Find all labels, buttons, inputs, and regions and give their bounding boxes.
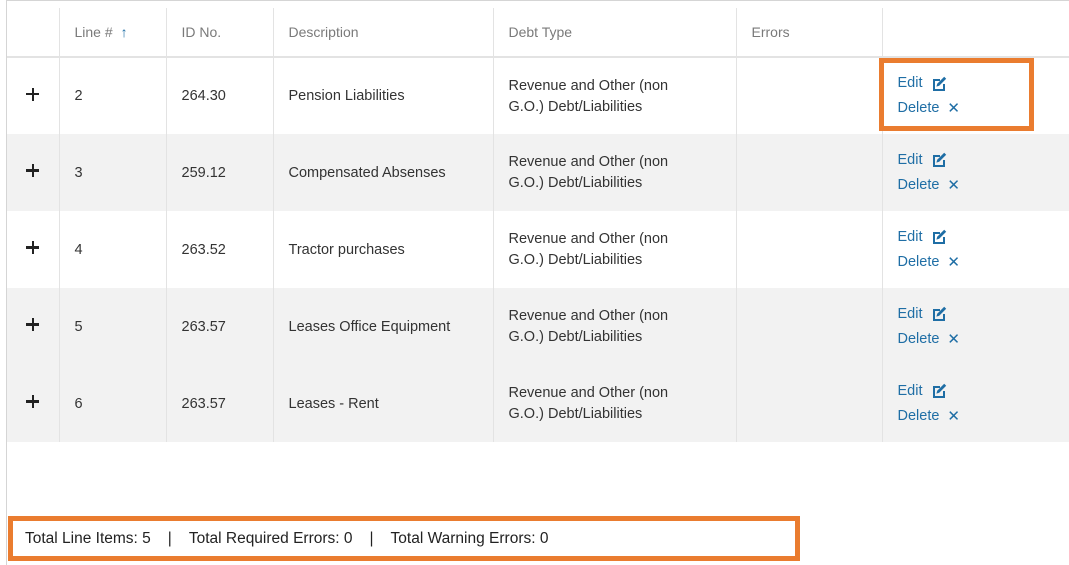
debt-type: Revenue and Other (non G.O.) Debt/Liabili… [492,365,736,442]
errors [735,288,882,365]
line-number: 5 [58,288,166,365]
delete-button[interactable]: Delete ✕ [898,96,961,121]
edit-button[interactable]: Edit [898,71,947,96]
plus-icon[interactable] [26,318,40,331]
edit-icon [932,152,946,167]
debt-type: Revenue and Other (non G.O.) Debt/Liabili… [492,288,736,365]
plus-icon[interactable] [26,87,40,101]
column-header-description[interactable]: Description [272,8,493,58]
delete-button[interactable]: Delete ✕ [898,404,961,429]
delete-button[interactable]: Delete ✕ [898,327,961,352]
table-row: 5 263.57 Leases Office Equipment Revenue… [7,288,1069,365]
edit-button[interactable]: Edit [898,302,947,327]
row-actions: Edit Delete ✕ [881,365,1069,442]
total-warning-errors: Total Warning Errors: 0 [390,529,549,547]
row-actions: Edit Delete ✕ [881,211,1069,288]
edit-icon [932,306,946,321]
row-actions: Edit Delete ✕ [881,57,1069,134]
id-number: 263.57 [165,365,273,442]
edit-button[interactable]: Edit [898,379,947,404]
close-icon: ✕ [947,100,960,117]
description: Pension Liabilities [272,57,493,134]
column-header-line[interactable]: Line # ↑ [58,8,166,58]
totals-summary: Total Line Items: 5 | Total Required Err… [8,516,800,561]
description: Leases Office Equipment [272,288,493,365]
id-number: 259.12 [165,134,273,211]
line-number: 2 [58,57,166,134]
table-row: 4 263.52 Tractor purchases Revenue and O… [7,211,1069,288]
plus-icon[interactable] [26,395,40,408]
errors [735,57,882,134]
table-row: 6 263.57 Leases - Rent Revenue and Other… [7,365,1069,442]
id-number: 263.57 [165,288,273,365]
delete-button[interactable]: Delete ✕ [898,250,961,275]
edit-icon [932,229,946,244]
edit-icon [932,76,946,91]
column-header-actions [881,8,1069,58]
row-actions: Edit Delete ✕ [881,134,1069,211]
edit-button[interactable]: Edit [898,225,947,250]
separator: | [167,529,172,547]
description: Tractor purchases [272,211,493,288]
table-row: 3 259.12 Compensated Absenses Revenue an… [7,134,1069,211]
errors [735,365,882,442]
debt-type: Revenue and Other (non G.O.) Debt/Liabili… [492,134,736,211]
line-number: 3 [58,134,166,211]
separator: | [369,529,374,547]
close-icon: ✕ [947,253,960,271]
column-header-debt-type[interactable]: Debt Type [492,8,736,58]
description: Compensated Absenses [272,134,493,211]
debt-type: Revenue and Other (non G.O.) Debt/Liabili… [492,211,736,288]
close-icon: ✕ [947,176,960,194]
edit-button[interactable]: Edit [898,148,947,173]
id-number: 263.52 [165,211,273,288]
column-header-errors[interactable]: Errors [735,8,882,58]
total-required-errors: Total Required Errors: 0 [188,529,353,547]
line-number: 6 [58,365,166,442]
debt-type: Revenue and Other (non G.O.) Debt/Liabili… [492,57,736,134]
description: Leases - Rent [272,365,493,442]
errors [735,134,882,211]
table-row: 2 264.30 Pension Liabilities Revenue and… [7,57,1069,134]
id-number: 264.30 [165,57,273,134]
close-icon: ✕ [947,330,960,348]
errors [735,211,882,288]
row-actions: Edit Delete ✕ [881,288,1069,365]
column-header-expand [7,8,59,58]
total-line-items: Total Line Items: 5 [25,529,151,547]
plus-icon[interactable] [26,164,40,177]
plus-icon[interactable] [26,241,40,254]
table-header-row: Line # ↑ ID No. Description Debt Type Err… [7,8,1069,58]
line-number: 4 [58,211,166,288]
column-header-id[interactable]: ID No. [165,8,273,58]
close-icon: ✕ [947,407,960,425]
delete-button[interactable]: Delete ✕ [898,173,961,198]
line-items-table: Line # ↑ ID No. Description Debt Type Err… [7,8,1069,442]
edit-icon [932,383,946,398]
arrow-up-icon[interactable]: ↑ [121,24,128,40]
